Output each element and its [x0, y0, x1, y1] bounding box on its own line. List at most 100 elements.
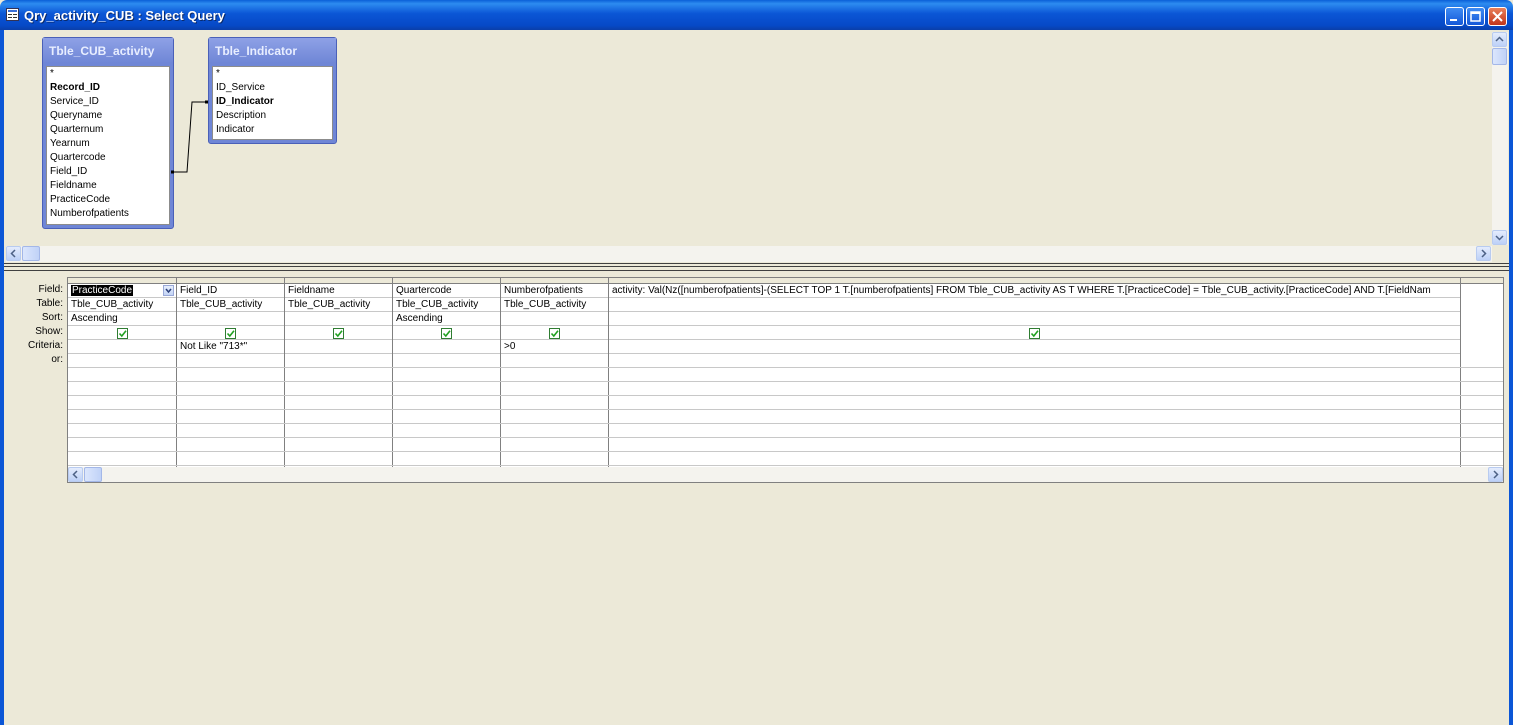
grid-row-line	[68, 451, 1503, 452]
row-label-sort: Sort:	[41, 312, 63, 323]
show-checkbox[interactable]	[1029, 328, 1040, 339]
scroll-thumb[interactable]	[84, 467, 102, 482]
criteria-cell[interactable]	[393, 340, 500, 354]
sort-cell[interactable]	[177, 312, 284, 326]
close-button[interactable]	[1488, 7, 1507, 26]
show-cell[interactable]	[501, 326, 608, 340]
chevron-up-icon	[1495, 36, 1504, 42]
field-cell[interactable]: PracticeCode	[68, 284, 176, 298]
table-cell[interactable]	[609, 298, 1460, 312]
table-cell[interactable]: Tble_CUB_activity	[68, 298, 176, 312]
chevron-left-icon	[10, 249, 16, 258]
scroll-up-arrow[interactable]	[1492, 32, 1507, 47]
title-bar[interactable]: Qry_activity_CUB : Select Query	[0, 0, 1513, 30]
sort-cell[interactable]: Ascending	[393, 312, 500, 326]
grid-row-line	[68, 381, 1503, 382]
show-checkbox[interactable]	[225, 328, 236, 339]
row-label-criteria: Criteria:	[27, 340, 63, 351]
grid-row-line	[68, 367, 1503, 368]
upper-vertical-scrollbar[interactable]	[1492, 32, 1508, 245]
row-label-table: Table:	[36, 298, 63, 309]
criteria-cell[interactable]	[609, 340, 1460, 354]
criteria-cell[interactable]: Not Like "713*"	[177, 340, 284, 354]
sort-cell[interactable]	[285, 312, 392, 326]
checkmark-icon	[118, 330, 127, 338]
chevron-down-icon	[165, 288, 172, 294]
table-cell[interactable]: Tble_CUB_activity	[501, 298, 608, 312]
grid-row-line	[68, 395, 1503, 396]
grid-column[interactable]: Fieldname Tble_CUB_activity	[285, 278, 393, 468]
window-title: Qry_activity_CUB : Select Query	[24, 8, 225, 23]
checkmark-icon	[1030, 330, 1039, 338]
show-checkbox[interactable]	[333, 328, 344, 339]
row-label-field: Field:	[38, 284, 63, 295]
scroll-right-arrow[interactable]	[1488, 467, 1503, 482]
show-cell[interactable]	[393, 326, 500, 340]
table-cell[interactable]: Tble_CUB_activity	[285, 298, 392, 312]
criteria-cell[interactable]	[285, 340, 392, 354]
show-checkbox[interactable]	[441, 328, 452, 339]
scroll-left-arrow[interactable]	[6, 246, 21, 261]
grid-column-empty[interactable]	[1461, 278, 1503, 468]
row-label-or: or:	[51, 354, 63, 365]
close-icon	[1492, 11, 1503, 22]
grid-column[interactable]: Quartercode Tble_CUB_activity Ascending	[393, 278, 501, 468]
scroll-left-arrow[interactable]	[68, 467, 83, 482]
show-cell[interactable]	[177, 326, 284, 340]
grid-row-line	[68, 437, 1503, 438]
window-frame-right	[1509, 30, 1513, 725]
grid-column[interactable]: Numberofpatients Tble_CUB_activity >0	[501, 278, 609, 468]
maximize-button[interactable]	[1466, 7, 1485, 26]
sort-cell[interactable]: Ascending	[68, 312, 176, 326]
upper-horizontal-scrollbar[interactable]	[6, 246, 1492, 262]
grid-row-labels: Field: Table: Sort: Show: Criteria: or:	[4, 283, 66, 367]
field-value: PracticeCode	[71, 285, 134, 296]
show-checkbox[interactable]	[117, 328, 128, 339]
show-cell[interactable]	[68, 326, 176, 340]
join-line[interactable]	[4, 30, 404, 230]
chevron-right-icon	[1481, 249, 1487, 258]
table-cell[interactable]: Tble_CUB_activity	[393, 298, 500, 312]
scroll-thumb[interactable]	[22, 246, 40, 261]
sort-cell[interactable]	[501, 312, 608, 326]
criteria-cell[interactable]	[68, 340, 176, 354]
column-selector[interactable]	[1461, 278, 1503, 284]
field-cell[interactable]: Fieldname	[285, 284, 392, 298]
criteria-cell[interactable]: >0	[501, 340, 608, 354]
chevron-left-icon	[72, 470, 78, 479]
checkmark-icon	[334, 330, 343, 338]
checkmark-icon	[550, 330, 559, 338]
grid-column[interactable]: Field_ID Tble_CUB_activity Not Like "713…	[177, 278, 285, 468]
chevron-right-icon	[1493, 470, 1499, 479]
minimize-button[interactable]	[1445, 7, 1464, 26]
row-label-show: Show:	[35, 326, 63, 337]
pane-splitter[interactable]	[4, 263, 1509, 271]
grid-row-line	[68, 465, 1503, 466]
table-cell[interactable]: Tble_CUB_activity	[177, 298, 284, 312]
scroll-down-arrow[interactable]	[1492, 230, 1507, 245]
grid-column[interactable]: PracticeCode Tble_CUB_activity Ascending	[68, 278, 177, 468]
show-cell[interactable]	[285, 326, 392, 340]
table-pane[interactable]: Tble_CUB_activity * Record_ID Service_ID…	[4, 30, 1509, 263]
field-cell[interactable]: activity: Val(Nz([numberofpatients]-(SEL…	[609, 284, 1460, 298]
query-design-grid[interactable]: PracticeCode Tble_CUB_activity Ascending…	[67, 277, 1504, 483]
grid-horizontal-scrollbar[interactable]	[68, 467, 1503, 482]
minimize-icon	[1450, 19, 1457, 21]
chevron-down-icon	[1495, 235, 1504, 241]
grid-column[interactable]: activity: Val(Nz([numberofpatients]-(SEL…	[609, 278, 1461, 468]
checkmark-icon	[442, 330, 451, 338]
maximize-icon	[1470, 11, 1481, 22]
field-cell[interactable]: Field_ID	[177, 284, 284, 298]
query-icon	[6, 8, 19, 21]
checkmark-icon	[226, 330, 235, 338]
grid-row-line	[68, 409, 1503, 410]
field-cell[interactable]: Numberofpatients	[501, 284, 608, 298]
scroll-right-arrow[interactable]	[1476, 246, 1491, 261]
grid-row-line	[68, 423, 1503, 424]
field-dropdown-button[interactable]	[163, 285, 174, 296]
show-cell[interactable]	[609, 326, 1460, 340]
show-checkbox[interactable]	[549, 328, 560, 339]
scroll-thumb[interactable]	[1492, 48, 1507, 65]
field-cell[interactable]: Quartercode	[393, 284, 500, 298]
sort-cell[interactable]	[609, 312, 1460, 326]
